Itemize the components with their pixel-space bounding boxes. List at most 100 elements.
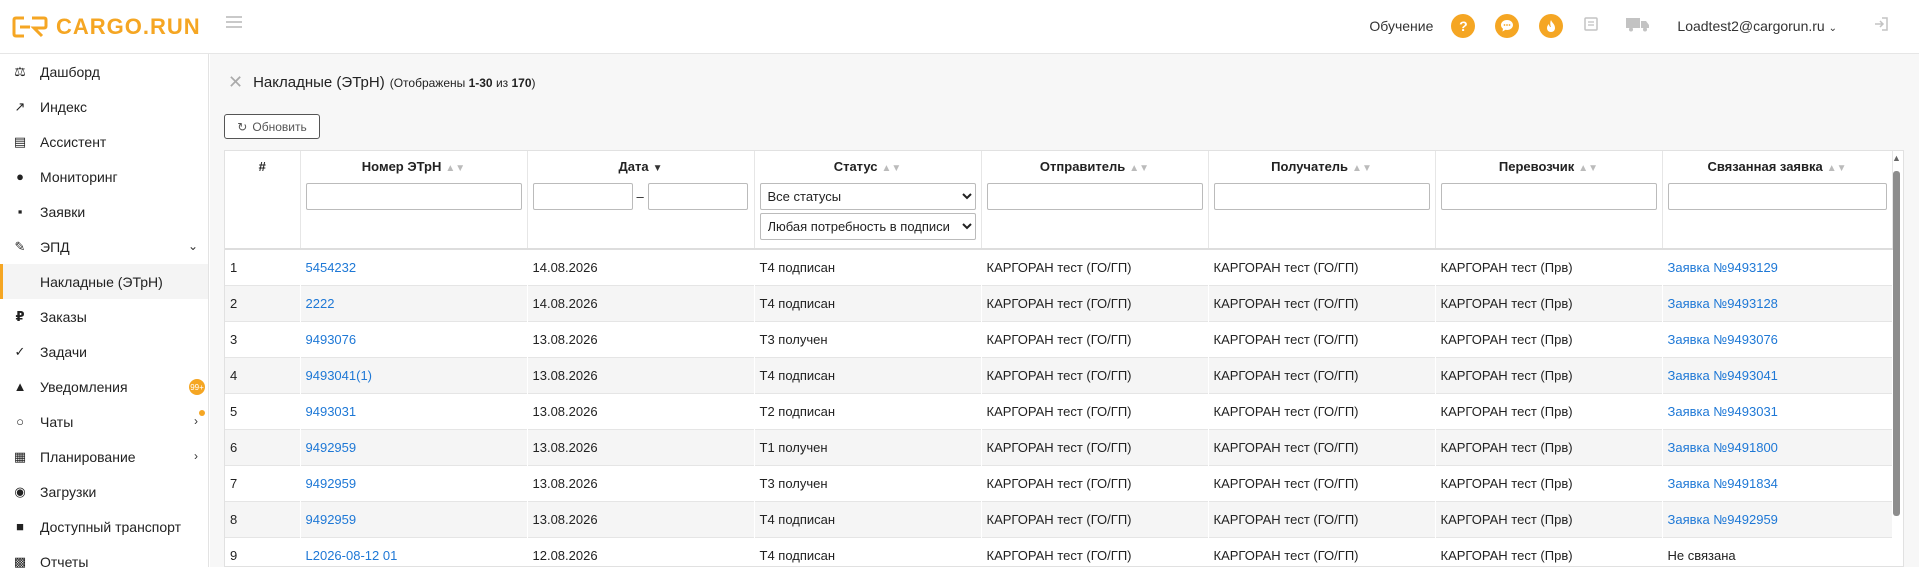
sidebar-item-dashboard[interactable]: ⚖ Дашборд — [0, 54, 208, 89]
user-menu[interactable]: Loadtest2@cargorun.ru ⌄ — [1677, 18, 1837, 34]
chevron-down-icon: ⌄ — [1828, 23, 1837, 34]
help-icon[interactable]: ? — [1451, 14, 1476, 38]
sidebar-item-chats[interactable]: ○ Чаты › — [0, 404, 208, 439]
col-header-request[interactable]: Связанная заявка ▲▼ — [1662, 151, 1893, 181]
table-row[interactable]: 9 L2026-08-12 01 12.08.2026 Т4 подписан КАРГ… — [225, 537, 1892, 566]
logo-text: CARGO.RUN — [56, 14, 201, 39]
document-icon[interactable] — [1583, 16, 1599, 37]
sidebar-item-assistant[interactable]: ▤ Ассистент — [0, 124, 208, 159]
table-row[interactable]: 6 9492959 13.08.2026 Т1 получен КАРГОРАН тес… — [225, 429, 1892, 465]
table-row[interactable]: 3 9493076 13.08.2026 Т3 получен КАРГОРАН тес… — [225, 321, 1892, 357]
col-header-status[interactable]: Статус ▲▼ — [754, 151, 982, 181]
refresh-button[interactable]: ↻ Обновить — [224, 114, 320, 139]
waybill-number-link[interactable]: 9492959 — [306, 512, 357, 527]
col-header-date[interactable]: Дата ▼ — [527, 151, 755, 181]
request-link[interactable]: Заявка №9493031 — [1668, 404, 1778, 419]
waybill-number-link[interactable]: 9493076 — [306, 332, 357, 347]
chevron-right-icon: › — [194, 449, 198, 463]
scroll-up-icon[interactable]: ▲ — [1892, 153, 1901, 163]
sidebar-item-available-transport[interactable]: ■ Доступный транспорт — [0, 509, 208, 544]
fire-icon[interactable] — [1539, 14, 1564, 38]
sidebar-item-requests[interactable]: ▪ Заявки — [0, 194, 208, 229]
row-index: 3 — [230, 331, 238, 347]
table-row[interactable]: 1 5454232 14.08.2026 Т4 подписан КАРГОРАН те… — [225, 249, 1892, 285]
row-receiver: КАРГОРАН тест (ГО/ГП) — [1213, 331, 1359, 347]
request-link[interactable]: Заявка №9493128 — [1668, 296, 1778, 311]
chat-icon: ○ — [16, 414, 24, 429]
status-filter-select[interactable]: Все статусы — [759, 183, 976, 210]
date-from-input[interactable] — [532, 183, 633, 210]
sidebar-item-notifications[interactable]: ▲ Уведомления 99+ — [0, 369, 208, 404]
date-to-input[interactable] — [647, 183, 748, 210]
col-header-carrier[interactable]: Перевозчик ▲▼ — [1435, 151, 1663, 181]
waybill-number-link[interactable]: 9492959 — [306, 440, 357, 455]
sidebar-item-orders[interactable]: ₽ Заказы — [0, 299, 208, 334]
records-count: (Отображены 1-30 из 170) — [389, 75, 536, 90]
row-sender: КАРГОРАН тест (ГО/ГП) — [986, 403, 1132, 419]
sidebar-item-epd[interactable]: ✎ ЭПД ⌄ — [0, 229, 208, 264]
sidebar-item-loads[interactable]: ◉ Загрузки — [0, 474, 208, 509]
close-icon[interactable]: ✕ — [228, 72, 243, 93]
request-link[interactable]: Заявка №9491800 — [1668, 440, 1778, 455]
col-header-receiver[interactable]: Получатель ▲▼ — [1208, 151, 1436, 181]
unread-dot — [199, 410, 205, 416]
sidebar-item-reports[interactable]: ▩ Отчеты — [0, 544, 208, 579]
table-row[interactable]: 5 9493031 13.08.2026 Т2 подписан КАРГОРАН те… — [225, 393, 1892, 429]
waybill-number-link[interactable]: 9493041(1) — [306, 368, 373, 383]
table-row[interactable]: 4 9493041(1) 13.08.2026 Т4 подписан КАРГОРАН… — [225, 357, 1892, 393]
carrier-filter-input[interactable] — [1440, 183, 1657, 210]
request-link[interactable]: Заявка №9493076 — [1668, 332, 1778, 347]
logo[interactable]: CARGO.RUN — [12, 14, 201, 40]
row-carrier: КАРГОРАН тест (Прв) — [1440, 475, 1573, 491]
row-date: 13.08.2026 — [532, 331, 598, 347]
learn-link[interactable]: Обучение — [1369, 18, 1433, 34]
header-actions: Обучение ? Loadtest2@cargorun.ru ⌄ — [1369, 12, 1889, 40]
truck-icon[interactable] — [1625, 16, 1651, 37]
row-carrier: КАРГОРАН тест (Прв) — [1440, 295, 1573, 311]
signature-filter-select[interactable]: Любая потребность в подписи — [759, 213, 976, 240]
waybill-number-link[interactable]: L2026-08-12 01 — [306, 548, 398, 563]
sidebar: ⚖ Дашборд ↗ Индекс ▤ Ассистент ● Мониторинг … — [0, 54, 209, 570]
scrollbar-thumb[interactable] — [1893, 171, 1900, 516]
row-carrier: КАРГОРАН тест (Прв) — [1440, 439, 1573, 455]
table-row[interactable]: 8 9492959 13.08.2026 Т4 подписан КАРГОРАН те… — [225, 501, 1892, 537]
request-link[interactable]: Заявка №9493129 — [1668, 260, 1778, 275]
sidebar-item-monitoring[interactable]: ● Мониторинг — [0, 159, 208, 194]
sidebar-item-waybills[interactable]: Накладные (ЭТрН) — [0, 264, 208, 299]
chevron-right-icon: › — [194, 414, 198, 428]
col-header-number[interactable]: Номер ЭТрН ▲▼ — [300, 151, 528, 181]
vertical-scrollbar[interactable]: ▲ — [1892, 153, 1901, 566]
row-index: 2 — [230, 295, 238, 311]
col-header-sender[interactable]: Отправитель ▲▼ — [981, 151, 1209, 181]
request-filter-input[interactable] — [1667, 183, 1887, 210]
waybill-number-link[interactable]: 9493031 — [306, 404, 357, 419]
row-carrier: КАРГОРАН тест (Прв) — [1440, 331, 1573, 347]
table-row[interactable]: 2 2222 14.08.2026 Т4 подписан КАРГОРАН тест … — [225, 285, 1892, 321]
waybill-number-link[interactable]: 2222 — [306, 296, 335, 311]
waybill-number-link[interactable]: 5454232 — [306, 260, 357, 275]
requests-icon: ▪ — [17, 204, 23, 219]
sidebar-item-planning[interactable]: ▦ Планирование › — [0, 439, 208, 474]
sidebar-item-index[interactable]: ↗ Индекс — [0, 89, 208, 124]
row-date: 13.08.2026 — [532, 403, 598, 419]
sort-icon: ▲▼ — [881, 162, 902, 174]
menu-toggle-icon[interactable] — [226, 16, 242, 30]
request-link[interactable]: Заявка №9493041 — [1668, 368, 1778, 383]
request-link[interactable]: Заявка №9492959 — [1668, 512, 1778, 527]
request-link: Не связана — [1667, 547, 1736, 563]
number-filter-input[interactable] — [305, 183, 522, 210]
table-row[interactable]: 7 9492959 13.08.2026 Т3 получен КАРГОРАН тес… — [225, 465, 1892, 501]
receiver-filter-input[interactable] — [1213, 183, 1430, 210]
sort-icon: ▲▼ — [1352, 162, 1372, 174]
epd-icon: ✎ — [14, 238, 26, 254]
refresh-icon: ↻ — [237, 119, 248, 134]
logout-icon[interactable] — [1873, 16, 1889, 37]
waybill-number-link[interactable]: 9492959 — [306, 476, 357, 491]
sidebar-item-tasks[interactable]: ✓ Задачи — [0, 334, 208, 369]
sender-filter-input[interactable] — [986, 183, 1203, 210]
chat-icon[interactable] — [1495, 14, 1520, 38]
row-status: Т3 получен — [759, 331, 828, 347]
sort-icon: ▲▼ — [445, 162, 466, 174]
row-date: 13.08.2026 — [532, 475, 598, 491]
request-link[interactable]: Заявка №9491834 — [1668, 476, 1778, 491]
